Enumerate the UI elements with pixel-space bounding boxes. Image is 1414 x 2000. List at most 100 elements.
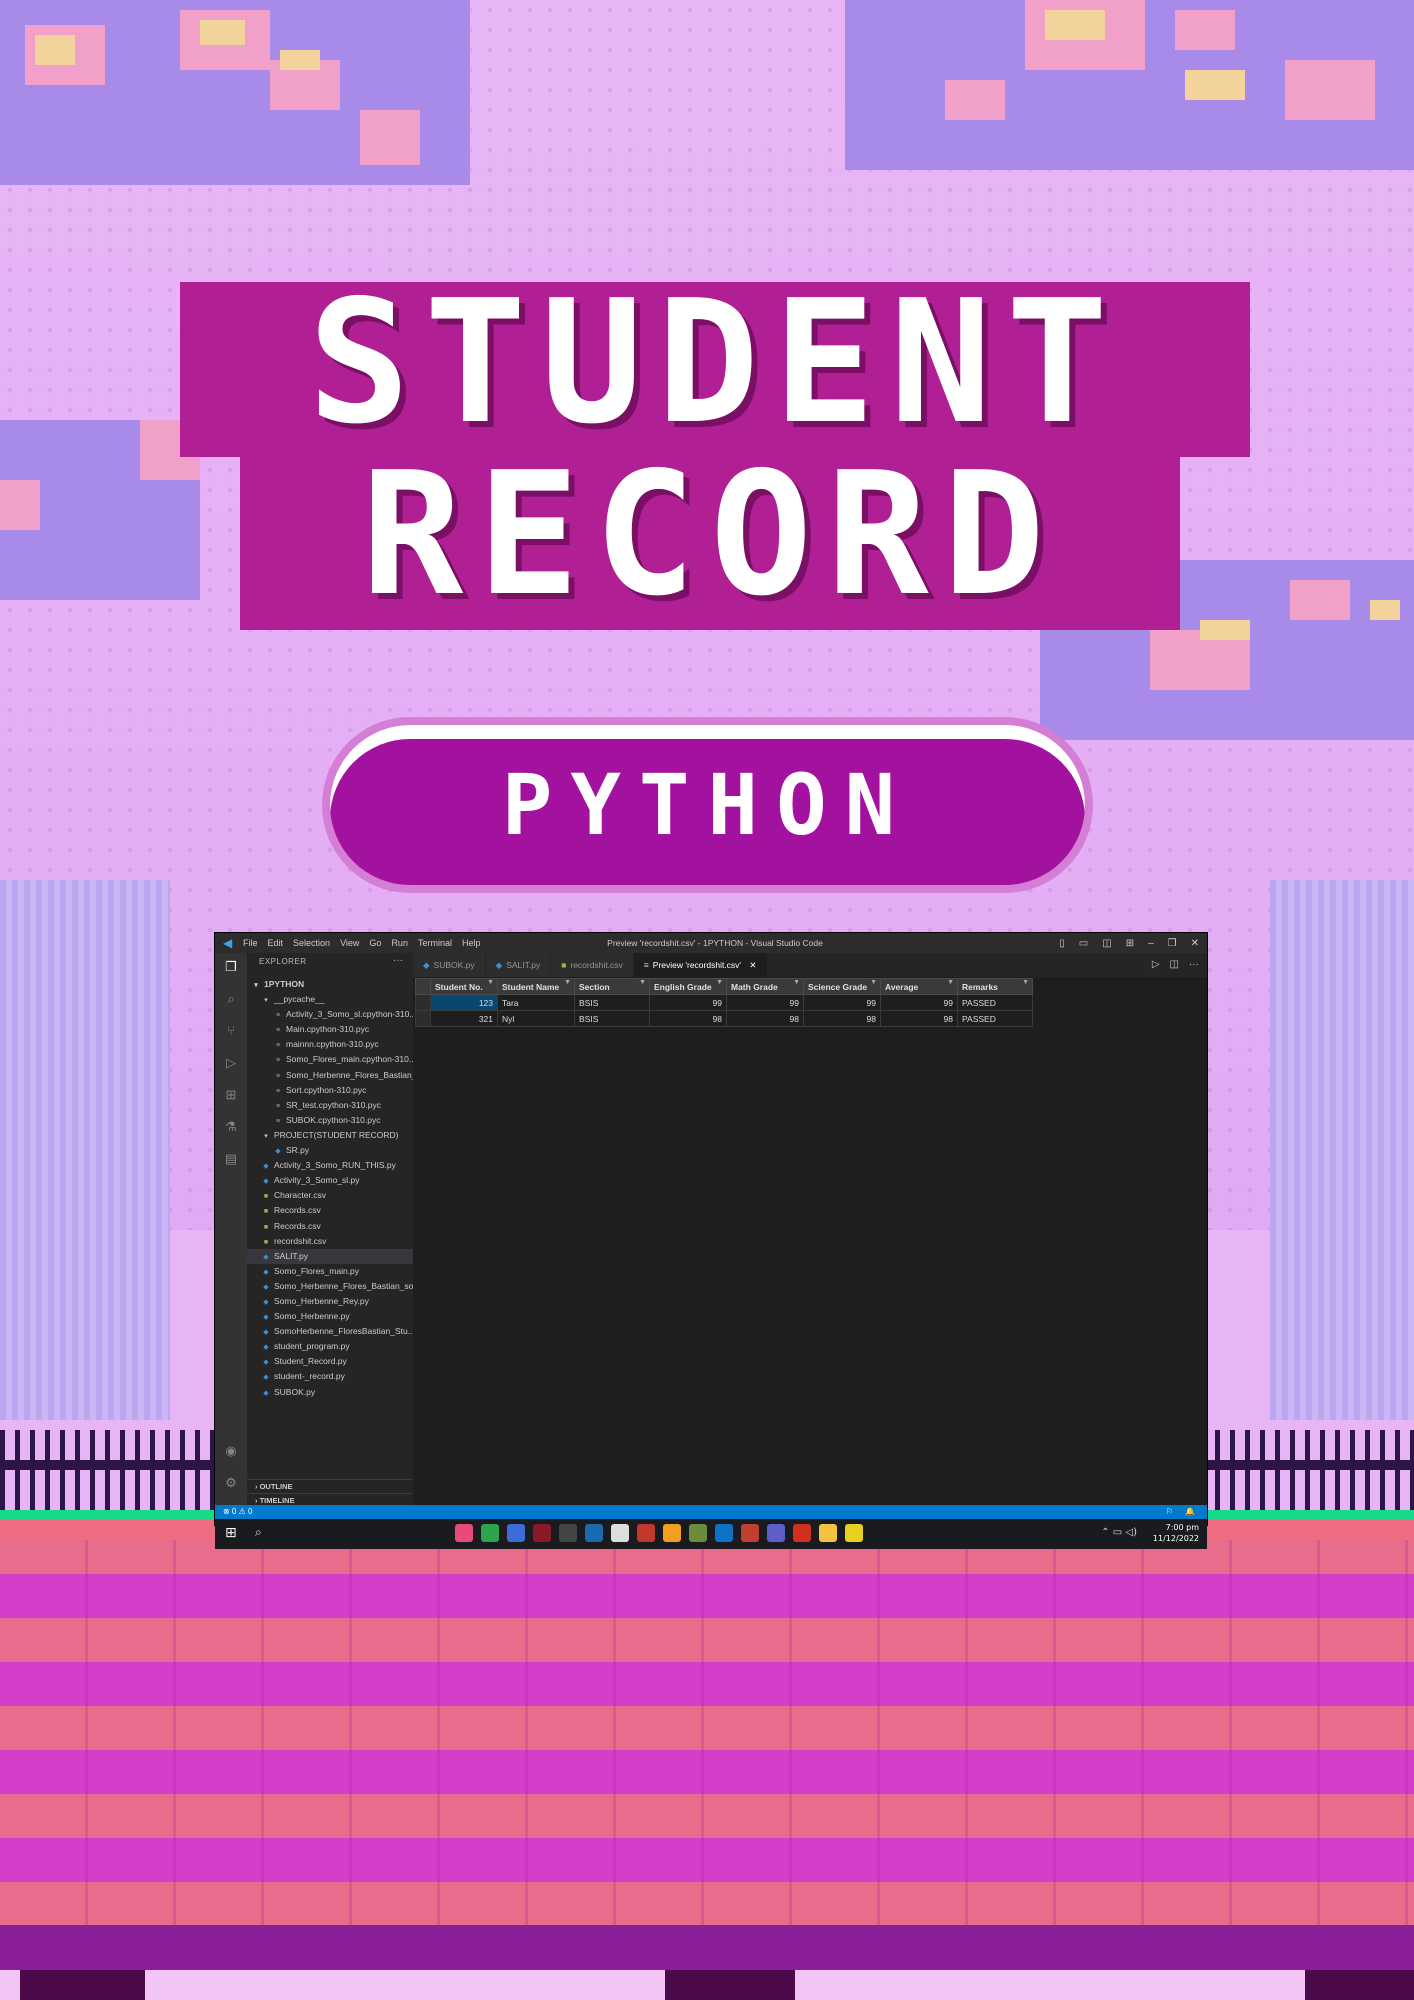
menu-help[interactable]: Help: [462, 938, 481, 948]
sticky-notes-icon[interactable]: [845, 1524, 863, 1542]
taskbar-clock[interactable]: 7:00 pm 11/12/2022: [1153, 1522, 1199, 1544]
filter-icon[interactable]: ▼: [793, 979, 800, 986]
app-icon-v[interactable]: [533, 1524, 551, 1542]
panel-toggle-icon[interactable]: ▭: [1079, 938, 1088, 949]
filter-icon[interactable]: ▼: [870, 979, 877, 986]
steam-icon[interactable]: [585, 1524, 603, 1542]
filter-icon[interactable]: ▼: [487, 979, 494, 986]
tree-file[interactable]: ≡ Main.cpython-310.pyc: [247, 1022, 413, 1037]
tree-file[interactable]: ◆ student_program.py: [247, 1339, 413, 1354]
filter-icon[interactable]: ▼: [1022, 979, 1029, 986]
vscode-taskbar-icon[interactable]: [715, 1524, 733, 1542]
editor-tab[interactable]: ◆ SUBOK.py: [413, 953, 486, 977]
chrome-icon[interactable]: [481, 1524, 499, 1542]
app-icon-red[interactable]: [637, 1524, 655, 1542]
tree-file[interactable]: ≡ Somo_Flores_main.cpython-310....: [247, 1052, 413, 1067]
tree-file[interactable]: ◆ Activity_3_Somo_RUN_THIS.py: [247, 1158, 413, 1173]
run-icon[interactable]: ▷: [1152, 953, 1160, 977]
tree-file[interactable]: ◆ SUBOK.py: [247, 1385, 413, 1400]
filter-icon[interactable]: ▼: [947, 979, 954, 986]
table-cell[interactable]: 123: [430, 994, 498, 1011]
tree-file[interactable]: ◆ student-_record.py: [247, 1369, 413, 1384]
menu-selection[interactable]: Selection: [293, 938, 330, 948]
row-header[interactable]: [415, 1010, 431, 1027]
table-cell[interactable]: BSIS: [574, 994, 650, 1011]
feedback-icon[interactable]: ⚐: [1166, 1505, 1173, 1519]
row-header[interactable]: [415, 994, 431, 1011]
tree-folder[interactable]: ▾ __pycache__: [247, 992, 413, 1007]
menu-file[interactable]: File: [243, 938, 258, 948]
table-cell[interactable]: Nyl: [497, 1010, 575, 1027]
account-icon[interactable]: ◉: [223, 1443, 239, 1459]
tree-file[interactable]: ■ Records.csv: [247, 1203, 413, 1218]
tree-file[interactable]: ■ Records.csv: [247, 1219, 413, 1234]
editor-tab[interactable]: ◆ SALIT.py: [485, 953, 552, 977]
tree-file[interactable]: ◆ Student_Record.py: [247, 1354, 413, 1369]
menu-run[interactable]: Run: [391, 938, 408, 948]
column-header[interactable]: English Grade ▼: [649, 978, 727, 995]
tree-file[interactable]: ≡ SR_test.cpython-310.pyc: [247, 1098, 413, 1113]
tree-file[interactable]: ≡ SUBOK.cpython-310.pyc: [247, 1113, 413, 1128]
filter-icon[interactable]: ▼: [639, 979, 646, 986]
tree-file[interactable]: ≡ Somo_Herbenne_Flores_Bastian_s...: [247, 1068, 413, 1083]
teams-icon[interactable]: [767, 1524, 785, 1542]
search-icon[interactable]: ⌕: [223, 991, 239, 1007]
app-icon-1[interactable]: [455, 1524, 473, 1542]
minimize-icon[interactable]: –: [1148, 938, 1154, 949]
tree-file[interactable]: ≡ Activity_3_Somo_sl.cpython-310....: [247, 1007, 413, 1022]
editor-tab[interactable]: ≡ Preview 'recordshit.csv' ✕: [633, 953, 768, 977]
tree-file[interactable]: ◆ SomoHerbenne_FloresBastian_Stu...: [247, 1324, 413, 1339]
remote-icon[interactable]: ▤: [223, 1151, 239, 1167]
outline-section[interactable]: › OUTLINE: [247, 1479, 413, 1492]
table-cell[interactable]: 99: [726, 994, 804, 1011]
filter-icon[interactable]: ▼: [564, 979, 571, 986]
table-cell[interactable]: 99: [803, 994, 881, 1011]
tree-file[interactable]: ≡ mainnn.cpython-310.pyc: [247, 1037, 413, 1052]
tree-file[interactable]: ◆ SR.py: [247, 1143, 413, 1158]
tree-file[interactable]: ◆ SALIT.py: [247, 1248, 413, 1264]
more-icon[interactable]: ···: [1189, 953, 1199, 977]
table-cell[interactable]: PASSED: [957, 994, 1033, 1011]
notifications-bell-icon[interactable]: 🔔: [1185, 1505, 1195, 1519]
column-header[interactable]: Average ▼: [880, 978, 958, 995]
table-cell[interactable]: 98: [726, 1010, 804, 1027]
settings-gear-icon[interactable]: ⚙: [223, 1475, 239, 1491]
table-cell[interactable]: 99: [880, 994, 958, 1011]
table-cell[interactable]: 321: [430, 1010, 498, 1027]
split-editor-icon[interactable]: ◫: [1170, 953, 1179, 977]
table-cell[interactable]: 98: [649, 1010, 727, 1027]
restore-icon[interactable]: ❐: [1168, 938, 1177, 949]
table-cell[interactable]: PASSED: [957, 1010, 1033, 1027]
office-icon[interactable]: [793, 1524, 811, 1542]
tree-folder[interactable]: ▾ PROJECT(STUDENT RECORD): [247, 1128, 413, 1143]
menu-terminal[interactable]: Terminal: [418, 938, 452, 948]
column-header[interactable]: Section ▼: [574, 978, 650, 995]
system-tray-icon[interactable]: ⌃ ▭ ◁): [1101, 1527, 1137, 1538]
column-header[interactable]: Math Grade ▼: [726, 978, 804, 995]
app-icon-grid[interactable]: [663, 1524, 681, 1542]
extensions-icon[interactable]: ⊞: [223, 1087, 239, 1103]
testing-icon[interactable]: ⚗: [223, 1119, 239, 1135]
app-icon-cube[interactable]: [611, 1524, 629, 1542]
tab-close-icon[interactable]: ✕: [747, 960, 756, 970]
windows-start-icon[interactable]: ⊞: [225, 1525, 237, 1541]
tree-file[interactable]: ≡ Sort.cpython-310.pyc: [247, 1083, 413, 1098]
tree-file[interactable]: ◆ Somo_Herbenne_Flores_Bastian_so...: [247, 1279, 413, 1294]
layout-icon[interactable]: ▯: [1059, 938, 1065, 949]
tree-file[interactable]: ◆ Somo_Flores_main.py: [247, 1264, 413, 1279]
split-icon[interactable]: ◫: [1102, 938, 1111, 949]
taskbar-search-icon[interactable]: ⌕: [255, 1525, 262, 1540]
table-cell[interactable]: 99: [649, 994, 727, 1011]
more-actions-icon[interactable]: ···: [393, 955, 403, 966]
app-icon-keyboard[interactable]: [559, 1524, 577, 1542]
column-header[interactable]: Student Name ▼: [497, 978, 575, 995]
app-icon-fox[interactable]: [741, 1524, 759, 1542]
table-cell[interactable]: 98: [880, 1010, 958, 1027]
menu-view[interactable]: View: [340, 938, 359, 948]
column-header[interactable]: Science Grade ▼: [803, 978, 881, 995]
file-explorer-icon[interactable]: [819, 1524, 837, 1542]
tree-root[interactable]: ▾ 1PYTHON: [247, 977, 413, 992]
column-header[interactable]: Student No. ▼: [430, 978, 498, 995]
close-icon[interactable]: ✕: [1191, 938, 1199, 949]
filter-icon[interactable]: ▼: [716, 979, 723, 986]
